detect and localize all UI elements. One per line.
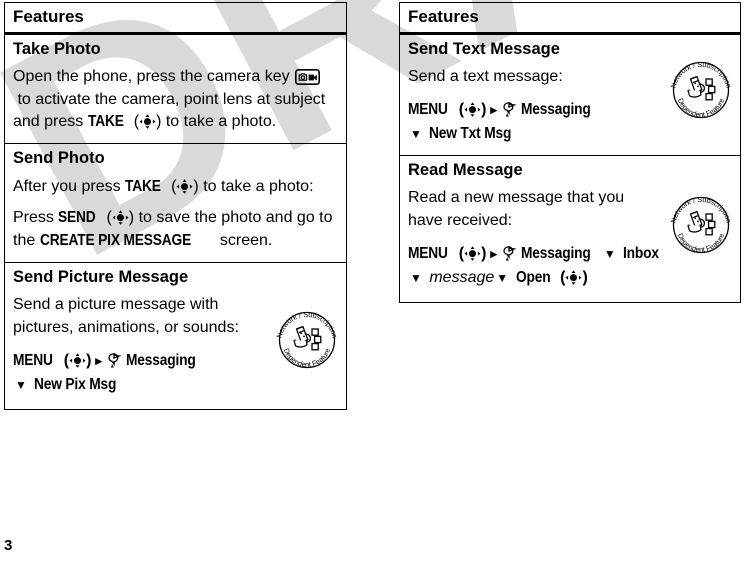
svg-text:Dependent Feature: Dependent Feature xyxy=(676,96,726,118)
table-row: Take Photo Open the phone, press the cam… xyxy=(5,35,346,145)
manual-page: Features Take Photo Open the phone, pres… xyxy=(0,0,746,563)
table-row: Send Photo After you press TAKE () to ta… xyxy=(5,144,346,263)
row-title-send-photo: Send Photo xyxy=(13,149,105,168)
messaging-label: Messaging xyxy=(125,351,196,369)
svg-text:Dependent Feature: Dependent Feature xyxy=(676,232,726,254)
messaging-label: Messaging xyxy=(520,244,591,262)
take-photo-text-c: to take a photo. xyxy=(165,113,277,131)
arrow-right-icon: ▸ xyxy=(490,245,497,261)
table-row: Send Picture Message Send a picture mess… xyxy=(5,263,346,409)
svg-text:Dependent Feature: Dependent Feature xyxy=(282,346,332,368)
screen-label-take: TAKE xyxy=(87,113,124,131)
page-number: 3 xyxy=(4,537,13,554)
send-photo-text-b: to take a photo: xyxy=(203,177,314,195)
menu-label: MENU xyxy=(13,351,53,369)
camera-key-icon xyxy=(295,68,321,85)
screen-label-create-pix-message: CREATE PIX MESSAGE xyxy=(39,232,191,250)
row-title-send-picture-message: Send Picture Message xyxy=(13,267,189,286)
open-label: Open xyxy=(515,268,551,286)
arrow-down-icon: ▼ xyxy=(603,246,616,261)
table-header-right: Features xyxy=(400,3,740,35)
messaging-label: Messaging xyxy=(520,100,591,118)
new-txt-msg-label: New Txt Msg xyxy=(429,124,512,142)
navigation-key-icon xyxy=(69,352,86,368)
row-body-send-picture-message: Send a picture message with pictures, an… xyxy=(13,296,239,336)
features-table-right: Features Send Text Message Send a text m… xyxy=(399,2,741,303)
screen-label-send: SEND xyxy=(58,209,96,227)
row-body-take-photo: Open the phone, press the camera key to … xyxy=(13,66,338,134)
take-photo-text-a: Open the phone, press the camera key xyxy=(13,67,290,85)
network-subscription-dependent-feature-stamp: Network / Subscription Dependent Feature xyxy=(668,192,734,258)
send-photo-text-c: Press xyxy=(13,209,54,227)
send-photo-text-a: After you press xyxy=(13,177,121,195)
row-body-send-text-message: Send a text message: xyxy=(408,67,563,85)
arrow-right-icon: ▸ xyxy=(490,101,497,117)
table-row: Send Text Message Send a text message: M… xyxy=(400,35,740,156)
navigation-key-icon xyxy=(565,269,582,285)
arrow-down-icon: ▼ xyxy=(496,270,509,285)
new-pix-msg-label: New Pix Msg xyxy=(34,375,117,393)
row-body-read-message: Read a new message that you have receive… xyxy=(408,189,625,229)
arrow-right-icon: ▸ xyxy=(95,352,102,368)
navigation-key-icon xyxy=(464,101,481,117)
message-placeholder-label: message xyxy=(429,268,495,286)
navigation-key-icon xyxy=(139,114,156,130)
row-body-send-photo-1: After you press TAKE () to take a photo: xyxy=(13,176,338,199)
messaging-icon xyxy=(106,352,123,369)
screen-label-take: TAKE xyxy=(125,177,161,195)
messaging-icon xyxy=(501,101,518,118)
table-row: Read Message Read a new message that you… xyxy=(400,156,740,302)
features-table-left: Features Take Photo Open the phone, pres… xyxy=(4,2,347,410)
navigation-key-icon xyxy=(176,178,193,194)
row-title-read-message: Read Message xyxy=(408,160,523,179)
network-subscription-dependent-feature-stamp: Network / Subscription Dependent Feature xyxy=(668,57,734,123)
inbox-label: Inbox xyxy=(623,244,660,262)
send-photo-text-e: screen. xyxy=(219,232,273,250)
row-body-send-photo-2: Press SEND () to save the photo and go t… xyxy=(13,207,338,252)
arrow-down-icon: ▼ xyxy=(15,377,27,392)
row-title-take-photo: Take Photo xyxy=(13,39,101,58)
navigation-key-icon xyxy=(464,245,481,261)
arrow-down-icon: ▼ xyxy=(410,126,422,141)
menu-label: MENU xyxy=(408,244,448,262)
messaging-icon xyxy=(501,245,518,262)
navigation-key-icon xyxy=(112,210,129,226)
menu-label: MENU xyxy=(408,100,448,118)
network-subscription-dependent-feature-stamp: Network / Subscription Dependent Feature xyxy=(274,307,340,373)
arrow-down-icon: ▼ xyxy=(410,270,422,285)
table-header-left: Features xyxy=(5,3,346,35)
